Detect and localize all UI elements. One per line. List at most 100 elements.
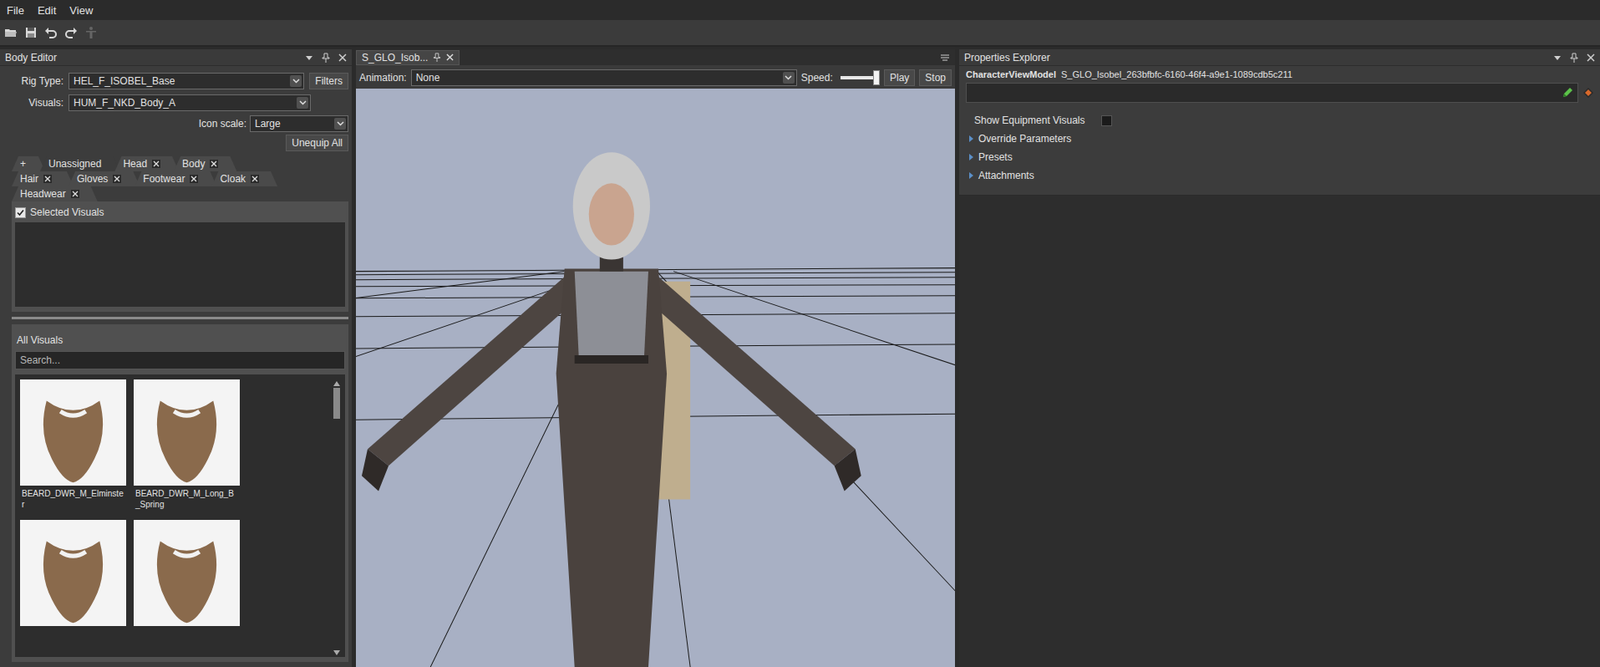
property-input[interactable]: [965, 82, 1579, 103]
close-icon[interactable]: [338, 53, 347, 62]
scroll-track: [333, 387, 341, 649]
scroll-up-icon[interactable]: [333, 380, 341, 387]
animation-dropdown[interactable]: None: [411, 69, 798, 87]
tab-label: Gloves: [76, 172, 108, 185]
category-tab[interactable]: Cloak: [211, 171, 278, 187]
all-visuals-section: All Visuals BEARD_DWR_M_ElminsterBEARD_DW…: [11, 324, 349, 662]
open-icon: [4, 25, 18, 40]
properties-content: CharacterViewModelS_GLO_Isobel_263bfbfc-…: [959, 66, 1600, 196]
dropdown-value: Large: [254, 117, 331, 130]
diamond-icon[interactable]: [1583, 87, 1594, 98]
redo-icon: [64, 25, 78, 40]
scrollbar[interactable]: [331, 379, 342, 657]
toolbar-button[interactable]: [21, 23, 41, 42]
checkbox[interactable]: [1101, 115, 1113, 127]
icon-scale-dropdown[interactable]: Large: [249, 115, 349, 133]
menu-item[interactable]: File: [6, 4, 25, 17]
selected-visuals-section: Selected Visuals: [11, 201, 349, 312]
expand-arrow-icon[interactable]: [969, 135, 974, 143]
visual-thumbnail[interactable]: [20, 519, 127, 626]
category-tab[interactable]: Unassigned: [40, 156, 120, 172]
category-tab[interactable]: Head: [114, 156, 179, 172]
document-tab[interactable]: S_GLO_Isob...: [355, 50, 460, 66]
pin-icon[interactable]: [432, 52, 442, 62]
close-icon[interactable]: [446, 53, 454, 61]
tab-label: Head: [122, 157, 148, 170]
category-tab[interactable]: Headwear: [11, 186, 98, 202]
checkbox[interactable]: [15, 207, 26, 219]
beard-icon: [133, 519, 240, 626]
visual-thumbnail[interactable]: BEARD_DWR_M_Long_B_Spring: [133, 379, 240, 514]
workspace: Body EditorRig Type:HEL_F_ISOBEL_BaseFil…: [0, 46, 1600, 667]
panel-title-bar: Properties Explorer: [959, 49, 1600, 67]
close-icon[interactable]: [71, 189, 80, 199]
play-button[interactable]: Play: [883, 69, 915, 87]
figure-icon: [84, 25, 98, 40]
splitter[interactable]: [11, 316, 349, 320]
selected-visuals-toggle[interactable]: Selected Visuals: [15, 206, 346, 219]
close-icon[interactable]: [43, 174, 52, 183]
toolbar-button[interactable]: [41, 23, 61, 42]
slider-thumb[interactable]: [873, 70, 880, 86]
dropdown[interactable]: HEL_F_ISOBEL_Base: [68, 72, 305, 90]
expand-arrow-icon[interactable]: [969, 153, 974, 161]
unequip-all-button[interactable]: Unequip All: [285, 134, 349, 152]
beard-icon: [20, 519, 127, 626]
pin-icon[interactable]: [321, 52, 331, 63]
pin-icon[interactable]: [1569, 52, 1579, 63]
dropdown-icon[interactable]: [1553, 53, 1562, 62]
thumbnail-label: BEARD_DWR_M_Elminster: [20, 485, 127, 514]
section-label: Presets: [978, 151, 1013, 163]
section-label: All Visuals: [15, 334, 346, 346]
close-icon[interactable]: [152, 159, 161, 168]
body-editor-content: Rig Type:HEL_F_ISOBEL_BaseFiltersVisuals…: [0, 66, 352, 667]
close-icon[interactable]: [1586, 53, 1595, 62]
show-equipment-toggle[interactable]: Show Equipment Visuals: [965, 112, 1594, 128]
close-icon[interactable]: [209, 159, 219, 168]
close-icon[interactable]: [189, 174, 199, 183]
category-tab[interactable]: Hair: [11, 171, 74, 187]
chevron-icon: [334, 117, 346, 130]
property-section[interactable]: Attachments: [965, 167, 1594, 183]
toolbar: [0, 20, 1600, 47]
menu-item[interactable]: Edit: [37, 4, 56, 17]
visual-thumbnail[interactable]: BEARD_DWR_M_Elminster: [20, 379, 127, 514]
category-tab[interactable]: Gloves: [68, 171, 140, 187]
panel-controls: [1553, 52, 1595, 63]
toolbar-button[interactable]: [61, 23, 81, 42]
dropdown-value: HUM_F_NKD_Body_A: [73, 96, 294, 109]
dropdown-icon[interactable]: [304, 53, 314, 62]
dropdown[interactable]: HUM_F_NKD_Body_A: [68, 94, 311, 112]
tab-label: Body: [182, 157, 205, 170]
scroll-thumb[interactable]: [333, 387, 341, 419]
chevron-icon: [289, 75, 302, 87]
tab-label: +: [20, 157, 26, 170]
close-icon[interactable]: [112, 174, 122, 183]
close-icon[interactable]: [250, 174, 260, 183]
unequip-row: Unequip All: [11, 134, 349, 152]
expand-arrow-icon[interactable]: [969, 172, 974, 179]
pencil-icon[interactable]: [1560, 86, 1575, 100]
visual-thumbnail[interactable]: [133, 519, 240, 626]
toolbar-button[interactable]: [1, 23, 21, 42]
search-input[interactable]: [15, 350, 346, 370]
category-tab[interactable]: Body: [173, 156, 237, 172]
tab-row: Headwear: [11, 186, 349, 202]
filters-button[interactable]: Filters: [309, 72, 349, 90]
character-render-icon: [355, 88, 955, 667]
stop-button[interactable]: Stop: [919, 69, 952, 87]
document-tab-strip: S_GLO_Isob...: [355, 49, 955, 67]
property-input-row: [965, 82, 1594, 103]
scroll-down-icon[interactable]: [333, 650, 341, 656]
category-tabs: + UnassignedHead Body HairGloves FootwearClo…: [11, 156, 349, 202]
speed-slider[interactable]: [840, 76, 877, 80]
category-tab[interactable]: Footwear: [134, 171, 217, 187]
tab-menu-icon[interactable]: [939, 53, 950, 62]
field-row: Rig Type:HEL_F_ISOBEL_BaseFilters: [11, 70, 349, 92]
property-section[interactable]: Presets: [965, 149, 1594, 165]
menu-item[interactable]: View: [69, 4, 93, 17]
panel-title-bar: Body Editor: [0, 49, 352, 67]
3d-viewport[interactable]: [355, 88, 955, 667]
property-section[interactable]: Override Parameters: [965, 131, 1594, 147]
category-tab[interactable]: +: [11, 156, 46, 172]
